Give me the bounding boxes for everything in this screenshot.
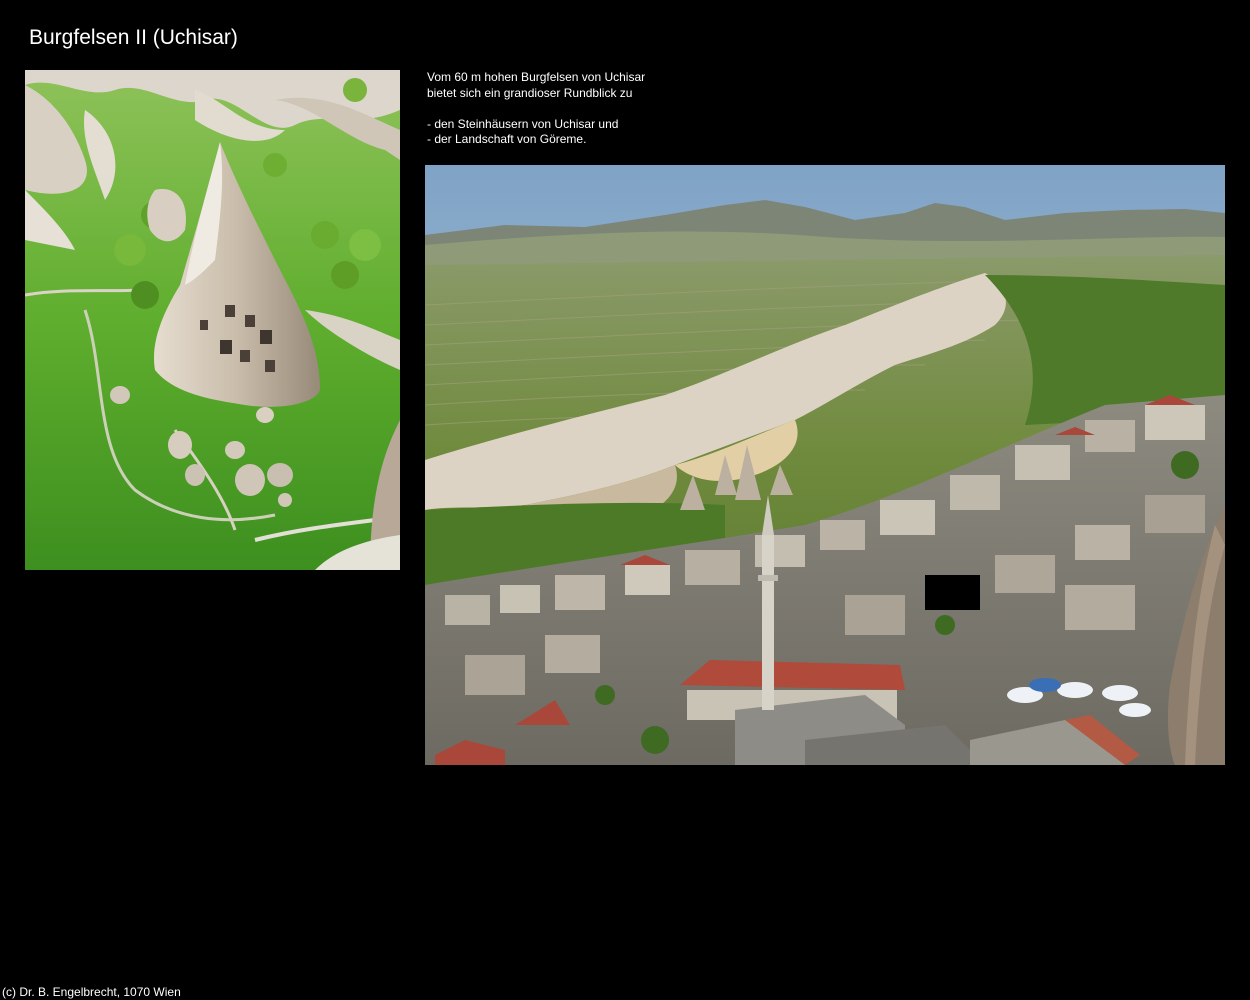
description-bullet-line: - den Steinhäusern von Uchisar und xyxy=(427,116,619,131)
description-spacer xyxy=(427,101,827,117)
description-bullet-line: - der Landschaft von Göreme. xyxy=(427,132,587,146)
description-block: Vom 60 m hohen Burgfelsen von Uchisar bi… xyxy=(427,70,827,148)
uchisar-panorama-image xyxy=(425,165,1225,765)
description-intro-line: Vom 60 m hohen Burgfelsen von Uchisar xyxy=(427,70,646,84)
photo-uchisar-panorama[interactable] xyxy=(425,165,1225,765)
copyright-footer: (c) Dr. B. Engelbrecht, 1070 Wien xyxy=(2,985,181,999)
page: Burgfelsen II (Uchisar) Vom 60 m hohen B… xyxy=(0,0,1250,1000)
description-intro-line: bietet sich ein grandioser Rundblick zu xyxy=(427,85,633,100)
photo-fairy-chimney[interactable] xyxy=(25,70,400,570)
page-title: Burgfelsen II (Uchisar) xyxy=(29,26,238,49)
fairy-chimney-image xyxy=(25,70,400,570)
